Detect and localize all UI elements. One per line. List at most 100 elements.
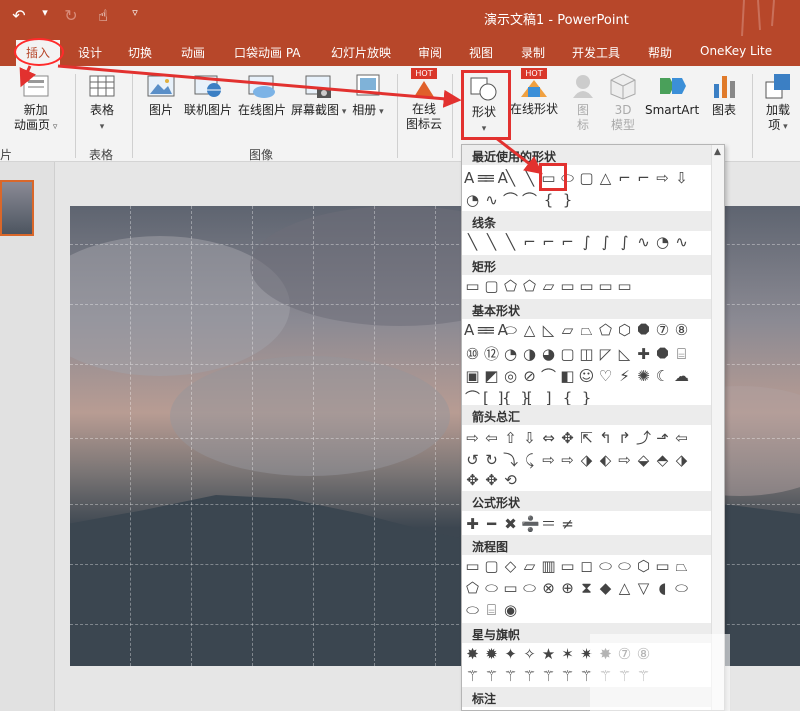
shape-option[interactable]: ✚ — [464, 515, 483, 533]
shape-option[interactable]: ★ — [540, 645, 559, 663]
shape-option[interactable]: ✹ — [483, 645, 502, 663]
table-button[interactable]: 表格 ▾ — [86, 72, 118, 135]
shape-option[interactable]: ⌒ — [521, 189, 540, 209]
shape-option[interactable]: ◧ — [559, 367, 578, 385]
shape-option[interactable]: ⌐ — [559, 233, 578, 251]
shape-option[interactable]: ▣ — [464, 367, 483, 385]
tab-help[interactable]: 帮助 — [648, 44, 672, 61]
shape-option[interactable]: ◻ — [578, 557, 597, 575]
shape-option[interactable]: ⚚ — [559, 667, 578, 685]
shape-option[interactable]: ▭ — [578, 277, 597, 295]
shape-option[interactable]: ⌸ — [483, 601, 502, 619]
shape-option[interactable]: ∿ — [635, 233, 654, 251]
shape-option[interactable]: ➗ — [521, 515, 540, 533]
tab-transitions[interactable]: 切换 — [128, 44, 152, 61]
shape-option[interactable]: ＝ — [540, 513, 559, 533]
shape-option[interactable]: ⌐ — [616, 169, 635, 187]
shape-option[interactable]: ⏢ — [673, 557, 692, 575]
shape-option[interactable]: ⇧ — [502, 429, 521, 447]
shape-option[interactable]: ▭ — [654, 557, 673, 575]
scroll-up-icon[interactable]: ▲ — [714, 147, 721, 157]
shape-option[interactable]: ⇨ — [654, 169, 673, 187]
shape-option[interactable]: ⬡ — [635, 557, 654, 575]
shape-option[interactable]: ⚡ — [616, 367, 635, 385]
shape-option[interactable]: ⬭ — [464, 601, 483, 619]
shape-option[interactable]: ∫ — [597, 233, 616, 251]
online-picture-link-button[interactable]: 联机图片 — [184, 72, 232, 118]
shape-option[interactable]: ✶ — [559, 645, 578, 663]
shape-option[interactable]: ▱ — [540, 277, 559, 295]
shape-option[interactable]: ✸ — [464, 645, 483, 663]
shape-option[interactable]: ⑧ — [673, 321, 692, 339]
chart-button[interactable]: 图表 — [708, 72, 740, 118]
shape-option[interactable]: ⬏ — [654, 429, 673, 447]
undo-icon[interactable]: ↶ — [8, 6, 30, 25]
shape-option[interactable]: ⌒ — [540, 365, 559, 385]
shape-option[interactable]: ⇨ — [464, 429, 483, 447]
shape-option[interactable]: ⬠ — [464, 579, 483, 597]
shape-option[interactable]: ⊕ — [559, 579, 578, 597]
shape-option[interactable]: △ — [616, 579, 635, 597]
shape-option[interactable]: ✦ — [502, 645, 521, 663]
icon-cloud-button[interactable]: HOT 在线 图标云 — [406, 68, 442, 132]
shape-option[interactable]: ✖ — [502, 515, 521, 533]
shape-option[interactable]: ⏢ — [578, 321, 597, 339]
shape-option[interactable]: ◸ — [597, 345, 616, 363]
shape-option[interactable]: ⬭ — [483, 579, 502, 597]
tab-design[interactable]: 设计 — [78, 44, 102, 61]
shape-option[interactable]: ⬗ — [578, 451, 597, 469]
shape-option[interactable]: ◑ — [521, 345, 540, 363]
gallery-scrollbar[interactable]: ▲ — [711, 145, 724, 710]
shape-option[interactable]: ∿ — [673, 233, 692, 251]
shape-option[interactable]: ⯃ — [654, 345, 673, 363]
shape-option[interactable]: ⑩ — [464, 345, 483, 363]
tab-animations[interactable]: 动画 — [181, 44, 205, 61]
shape-option[interactable]: A≡ — [464, 321, 489, 339]
screenshot-button[interactable]: 屏幕截图 ▾ — [291, 72, 346, 120]
shape-option[interactable]: ⬭ — [597, 557, 616, 575]
shape-option[interactable]: ◔ — [502, 345, 521, 363]
shape-option[interactable]: ▭ — [559, 277, 578, 295]
redo-icon[interactable]: ↻ — [60, 6, 82, 25]
tab-developer[interactable]: 开发工具 — [572, 44, 620, 61]
shape-option[interactable]: ◖ — [654, 579, 673, 597]
shape-option[interactable]: ◇ — [502, 557, 521, 575]
shape-option[interactable]: ⚚ — [483, 667, 502, 685]
shape-option[interactable]: ▭ — [502, 579, 521, 597]
shape-option[interactable]: ⬠ — [597, 321, 616, 339]
shape-option[interactable]: ╲ — [483, 233, 502, 251]
shape-option[interactable]: ⌒ — [502, 189, 521, 209]
shape-option[interactable]: ∿ — [483, 191, 502, 209]
shape-option[interactable]: ⇨ — [540, 451, 559, 469]
shape-option[interactable]: ⟲ — [502, 471, 521, 489]
shape-option[interactable]: ⇱ — [578, 429, 597, 447]
tab-pocket-animation[interactable]: 口袋动画 PA — [234, 44, 301, 61]
shape-option[interactable]: ▱ — [559, 321, 578, 339]
3d-model-button[interactable]: 3D 模型 — [607, 72, 639, 133]
tab-slideshow[interactable]: 幻灯片放映 — [331, 44, 391, 61]
shape-option[interactable]: ▭ — [597, 277, 616, 295]
shape-option[interactable]: ✺ — [635, 367, 654, 385]
shape-option[interactable]: ⚚ — [464, 667, 483, 685]
shape-option[interactable]: ⇩ — [673, 169, 692, 187]
shape-option[interactable]: ⌸ — [673, 345, 692, 363]
shape-option[interactable]: ↱ — [616, 429, 635, 447]
album-button[interactable]: 相册 ▾ — [352, 72, 384, 120]
addin-button[interactable]: 加载 项 ▾ — [762, 72, 794, 135]
online-picture-button[interactable]: 在线图片 — [238, 72, 286, 118]
shape-option[interactable]: ⧗ — [578, 579, 597, 597]
shape-option[interactable]: ━ — [483, 515, 502, 533]
shape-option[interactable]: ◕ — [540, 345, 559, 363]
shape-option[interactable]: ⌐ — [521, 233, 540, 251]
shape-option[interactable]: ▭ — [559, 557, 578, 575]
shape-option[interactable]: ⚚ — [502, 667, 521, 685]
shape-option[interactable]: ╲ — [502, 169, 521, 187]
icons-button[interactable]: 图 标 — [567, 72, 599, 133]
tab-onekey-lite[interactable]: OneKey Lite — [700, 44, 772, 58]
shape-option[interactable]: ▱ — [521, 557, 540, 575]
shape-option[interactable]: ⬡ — [616, 321, 635, 339]
shape-option[interactable]: ◔ — [464, 191, 483, 209]
new-slide-button[interactable]: 新加 动画页 ▿ — [14, 72, 57, 135]
online-shapes-button[interactable]: HOT 在线形状 — [510, 68, 558, 117]
shape-option[interactable]: ⬭ — [616, 557, 635, 575]
